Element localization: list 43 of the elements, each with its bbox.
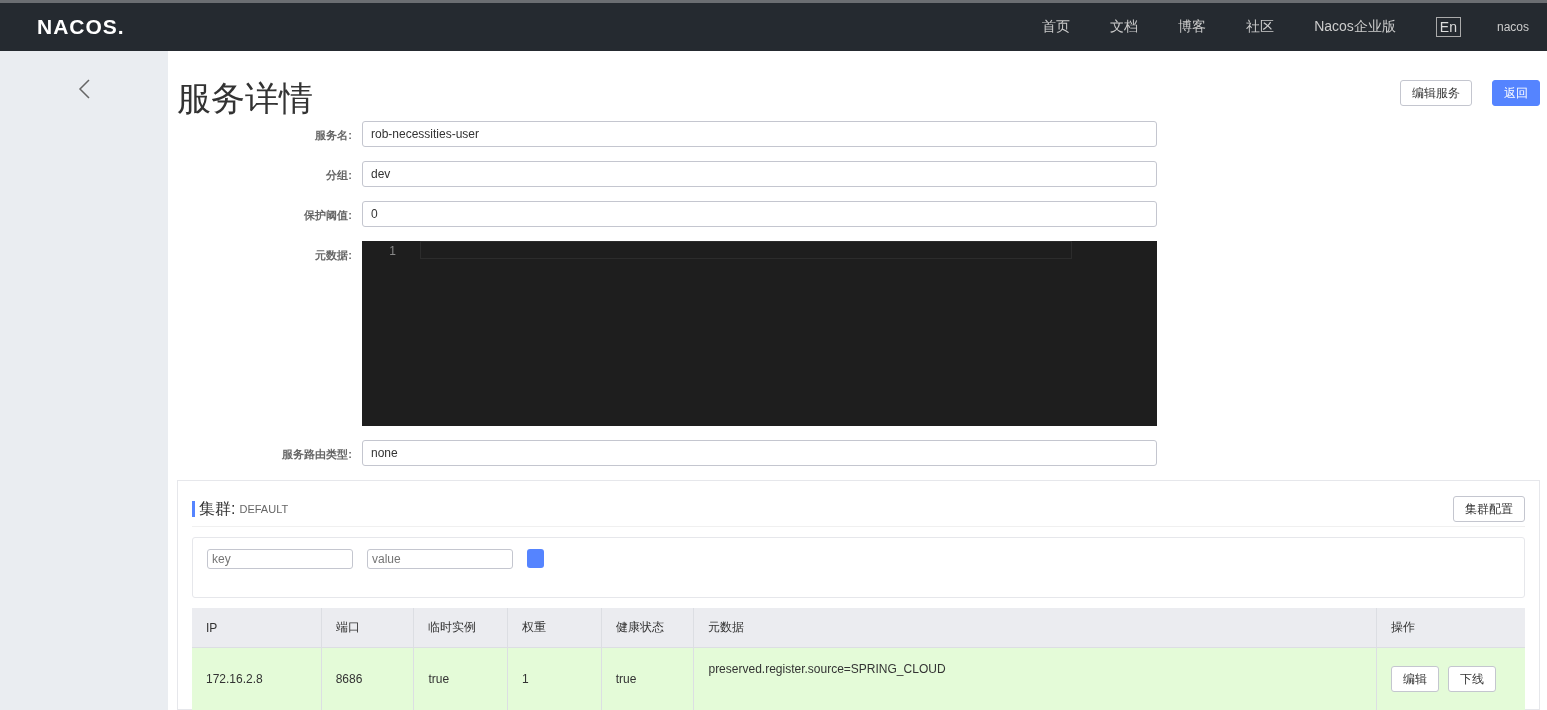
nav-link[interactable]: Nacos企业版 (1314, 18, 1396, 36)
column-header: 临时实例 (413, 608, 508, 648)
cluster-name: DEFAULT (239, 503, 289, 515)
page-title: 服务详情 (177, 77, 313, 120)
text-field[interactable]: none (362, 440, 1157, 466)
column-header: 操作 (1376, 608, 1525, 648)
table-cell: true (601, 647, 694, 710)
table-cell: true (413, 647, 508, 710)
cluster-config-button[interactable]: 集群配置 (1453, 496, 1525, 522)
text-field[interactable]: rob-necessities-user (362, 121, 1157, 147)
table-cell: 8686 (321, 647, 414, 710)
value-field[interactable]: value (367, 549, 513, 569)
key-field[interactable]: key (207, 549, 353, 569)
field-label: 服务路由类型: (281, 447, 352, 462)
field-label: 元数据: (314, 248, 352, 263)
edit-service-button[interactable]: 编辑服务 (1400, 80, 1472, 106)
language-toggle[interactable]: En (1435, 17, 1461, 37)
nav-link[interactable]: 社区 (1246, 18, 1275, 36)
nav-link[interactable]: 文档 (1110, 18, 1139, 36)
field-label: 分组: (325, 168, 352, 183)
collapse-chevron-icon[interactable] (78, 79, 90, 99)
nav-link[interactable]: 博客 (1178, 18, 1207, 36)
column-header: 端口 (321, 608, 414, 648)
table-cell: preserved.register.source=SPRING_CLOUD (693, 647, 1377, 710)
column-header: IP (192, 608, 322, 648)
text-field[interactable]: dev (362, 161, 1157, 187)
accent-bar (192, 501, 195, 517)
line-number: 1 (388, 243, 397, 260)
user-name[interactable]: nacos (1496, 20, 1529, 34)
table-cell: 1 (507, 647, 602, 710)
code-editor[interactable]: 1 (362, 241, 1157, 426)
nav-link[interactable]: 首页 (1042, 18, 1071, 36)
offline-button[interactable]: 下线 (1448, 666, 1497, 692)
field-label: 保护阈值: (303, 208, 352, 223)
column-header: 元数据 (693, 608, 1377, 648)
table-cell: 172.16.2.8 (192, 647, 322, 710)
field-label: 服务名: (314, 128, 352, 143)
text-field[interactable]: 0 (362, 201, 1157, 227)
nacos-logo: NACOS. (37, 15, 125, 39)
edit-button[interactable]: 编辑 (1391, 666, 1440, 692)
column-header: 权重 (507, 608, 602, 648)
column-header: 健康状态 (601, 608, 694, 648)
cluster-label: 集群: (199, 498, 236, 519)
